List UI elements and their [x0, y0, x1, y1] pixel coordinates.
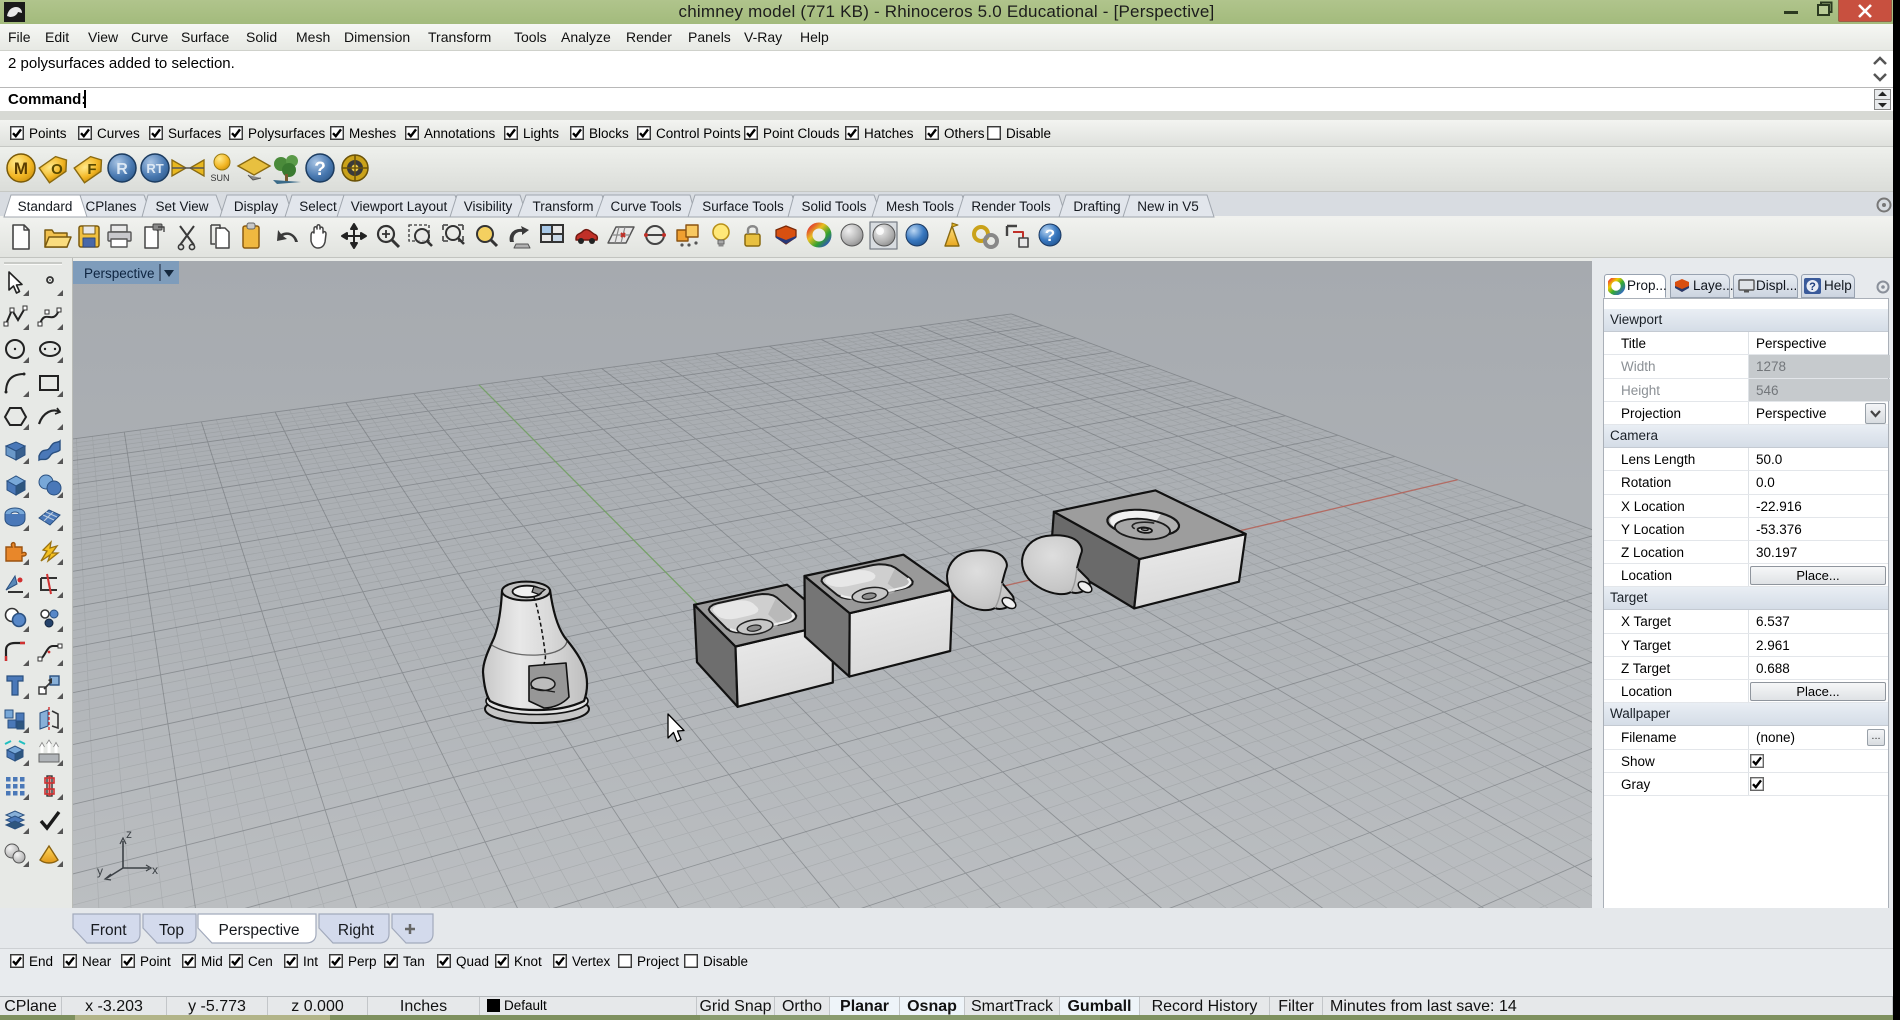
svg-text:Display: Display — [234, 199, 279, 214]
svg-text:Standard: Standard — [18, 199, 73, 214]
svg-text:RT: RT — [146, 161, 163, 176]
svg-text:Top: Top — [159, 922, 184, 939]
svg-text:Viewport Layout: Viewport Layout — [351, 199, 448, 214]
svg-text:F: F — [87, 161, 96, 178]
svg-text:Visibility: Visibility — [464, 199, 513, 214]
svg-text:Select: Select — [299, 199, 337, 214]
svg-text:Surface Tools: Surface Tools — [702, 199, 784, 214]
svg-text:Perspective: Perspective — [84, 266, 155, 281]
svg-text:?: ? — [1809, 281, 1816, 293]
svg-text:SUN: SUN — [210, 173, 229, 183]
svg-text:Render Tools: Render Tools — [971, 199, 1051, 214]
svg-text:Solid Tools: Solid Tools — [801, 199, 866, 214]
svg-text:Mesh Tools: Mesh Tools — [886, 199, 954, 214]
svg-text:Transform: Transform — [532, 199, 593, 214]
svg-text:CPlanes: CPlanes — [85, 199, 136, 214]
svg-text:x: x — [152, 863, 158, 877]
svg-text:Perspective: Perspective — [219, 922, 300, 939]
svg-text:New in V5: New in V5 — [1137, 199, 1199, 214]
svg-text:?: ? — [1045, 226, 1055, 245]
svg-text:Front: Front — [90, 922, 127, 939]
svg-text:M: M — [14, 159, 28, 178]
svg-text:R: R — [116, 161, 128, 178]
svg-text:Right: Right — [338, 922, 375, 939]
svg-text:Curve Tools: Curve Tools — [610, 199, 681, 214]
svg-text:Set View: Set View — [155, 199, 208, 214]
svg-text:y: y — [97, 864, 103, 878]
svg-text:O: O — [51, 161, 63, 178]
svg-text:Drafting: Drafting — [1073, 199, 1120, 214]
svg-text:?: ? — [314, 159, 326, 180]
svg-text:z: z — [126, 827, 132, 841]
